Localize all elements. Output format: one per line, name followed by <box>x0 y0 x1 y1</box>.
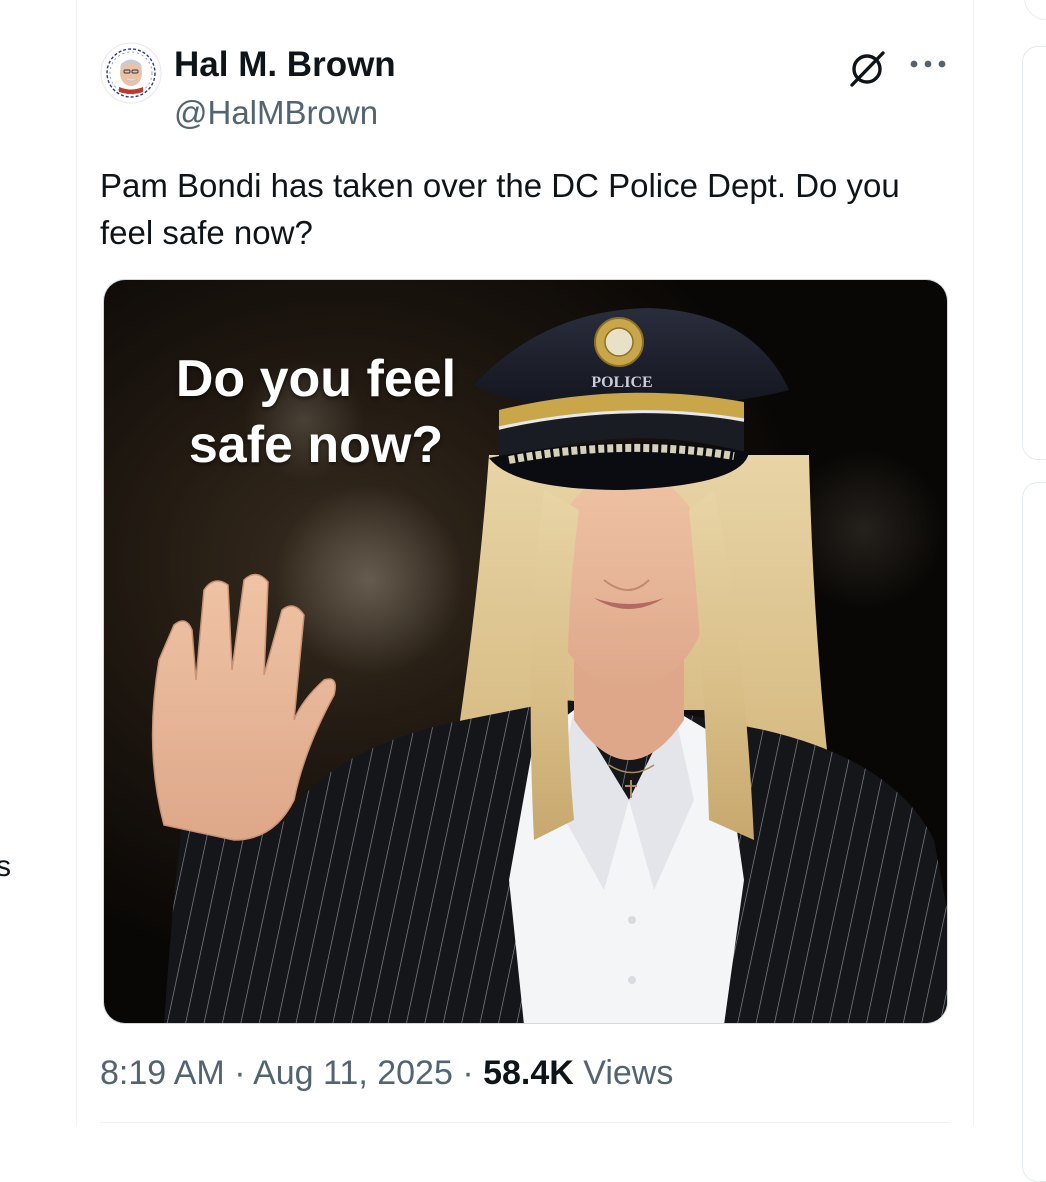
right-rail-card <box>1022 46 1046 460</box>
page-heading-fragment <box>186 0 266 2</box>
divider <box>100 1122 950 1123</box>
avatar-image <box>100 42 162 104</box>
post-date[interactable]: Aug 11, 2025 <box>253 1054 453 1092</box>
views-count: 58.4K <box>483 1054 574 1092</box>
author-name[interactable]: Hal M. Brown <box>174 44 396 86</box>
more-options-button[interactable] <box>900 44 956 84</box>
right-rail-search-fragment[interactable] <box>1024 0 1046 20</box>
slashed-circle-icon <box>850 51 885 87</box>
views-label: Views <box>573 1054 674 1092</box>
meme-caption: Do you feel safe now? <box>175 350 457 474</box>
post-meta: 8:19 AM · Aug 11, 2025 · 58.4K Views <box>100 1050 673 1096</box>
avatar[interactable] <box>100 42 162 104</box>
post-media-image[interactable]: POLICE Do you feel safe now? <box>103 279 948 1024</box>
right-rail-card <box>1022 482 1046 1182</box>
meta-separator: · <box>224 1054 254 1092</box>
grok-button[interactable] <box>843 44 891 92</box>
author-handle[interactable]: @HalMBrown <box>174 92 378 134</box>
cap-badge-text: POLICE <box>591 374 652 391</box>
more-horizontal-icon <box>910 60 946 68</box>
post-time[interactable]: 8:19 AM <box>100 1054 225 1092</box>
left-nav-text-fragment: s <box>0 850 11 883</box>
post-text: Pam Bondi has taken over the DC Police D… <box>100 167 900 251</box>
meta-separator: · <box>452 1054 484 1092</box>
